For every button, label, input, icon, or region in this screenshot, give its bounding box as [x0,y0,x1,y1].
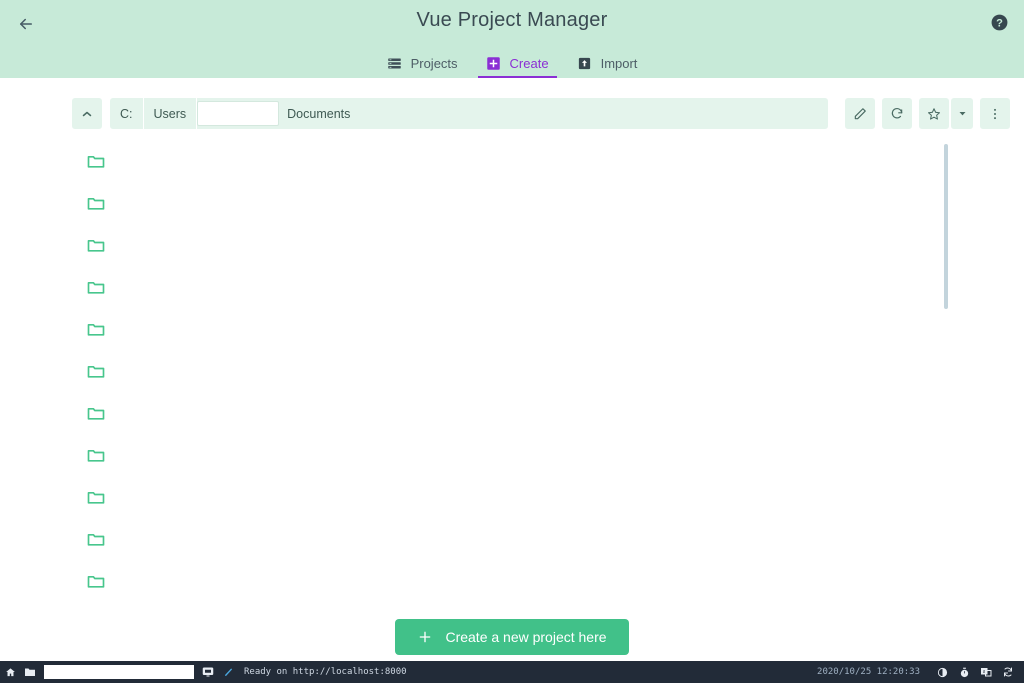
list-item[interactable] [72,182,952,224]
list-item[interactable] [72,476,952,518]
list-item[interactable] [72,140,952,182]
folder-icon [86,571,106,591]
folder-icon [86,151,106,171]
breadcrumb: C: Users Documents [110,98,828,129]
brightness-icon[interactable] [932,661,952,683]
create-project-label: Create a new project here [445,629,607,645]
header-top-bar: Vue Project Manager ? [0,0,1024,46]
sync-icon[interactable] [998,661,1018,683]
monitor-icon[interactable] [198,661,218,683]
list-item[interactable] [72,266,952,308]
breadcrumb-item-users[interactable]: Users [144,98,198,129]
list-item[interactable] [72,392,952,434]
import-box-icon [577,55,593,71]
list-item[interactable] [72,434,952,476]
taskbar-clock: 2020/10/25 12:20:33 [817,667,920,677]
folder-icon [86,445,106,465]
plus-icon [420,631,431,643]
bookmark-group [919,98,973,129]
star-icon [927,107,941,120]
tab-create[interactable]: Create [472,55,563,78]
svg-text:?: ? [996,17,1003,29]
taskbar-command-input[interactable] [44,665,194,679]
folder-icon [86,277,106,297]
list-item[interactable] [72,224,952,266]
page-title: Vue Project Manager [416,9,608,31]
app-window: Vue Project Manager ? Projects Create Im… [0,0,1024,683]
breadcrumb-item-drive[interactable]: C: [110,98,144,129]
plus-square-icon [486,55,502,71]
create-project-button[interactable]: Create a new project here [395,619,629,655]
refresh-button[interactable] [882,98,912,129]
system-tray: 2020/10/25 12:20:33 a [817,661,1024,683]
system-taskbar: Ready on http://localhost:8000 2020/10/2… [0,661,1024,683]
list-item[interactable] [72,518,952,560]
timer-icon[interactable] [954,661,974,683]
main-tabs: Projects Create Import [0,46,1024,78]
dots-vertical-icon [994,108,996,119]
keyboard-layout-icon[interactable]: a [976,661,996,683]
app-header: Vue Project Manager ? Projects Create Im… [0,0,1024,78]
go-up-button[interactable] [72,98,102,129]
breadcrumb-item-documents[interactable]: Documents [279,98,360,129]
tab-projects-label: Projects [410,55,458,71]
cta-container: Create a new project here [0,619,1024,655]
taskbar-folder-icon[interactable] [20,661,40,683]
more-options-button[interactable] [980,98,1010,129]
toolbar-actions [845,98,1010,129]
list-item[interactable] [72,350,952,392]
list-item[interactable] [72,308,952,350]
vertical-scrollbar[interactable] [944,144,948,309]
folder-icon [86,361,106,381]
tab-import[interactable]: Import [563,55,652,78]
pencil-icon [854,107,866,119]
folder-icon [86,529,106,549]
path-toolbar: C: Users Documents [0,98,1024,131]
help-button[interactable]: ? [990,13,1010,33]
edit-path-button[interactable] [845,98,875,129]
list-item[interactable] [72,560,952,593]
folder-icon [86,487,106,507]
home-icon[interactable] [0,661,20,683]
bookmark-button[interactable] [919,98,949,129]
folder-icon [86,403,106,423]
file-list[interactable] [72,140,952,593]
bookmark-dropdown-button[interactable] [951,98,973,129]
tab-projects[interactable]: Projects [373,55,472,78]
folder-icon [86,235,106,255]
tab-create-label: Create [509,55,549,71]
tab-import-label: Import [600,55,638,71]
path-segment-input[interactable] [197,101,280,126]
help-circle-icon: ? [991,14,1008,31]
list-icon [387,55,403,71]
folder-icon [86,193,106,213]
status-text: Ready on http://localhost:8000 [244,667,407,677]
chevron-up-icon [82,111,92,116]
refresh-icon [891,107,903,118]
caret-down-icon [959,112,965,116]
folder-icon [86,319,106,339]
taskbar-pencil-icon[interactable] [218,661,238,683]
